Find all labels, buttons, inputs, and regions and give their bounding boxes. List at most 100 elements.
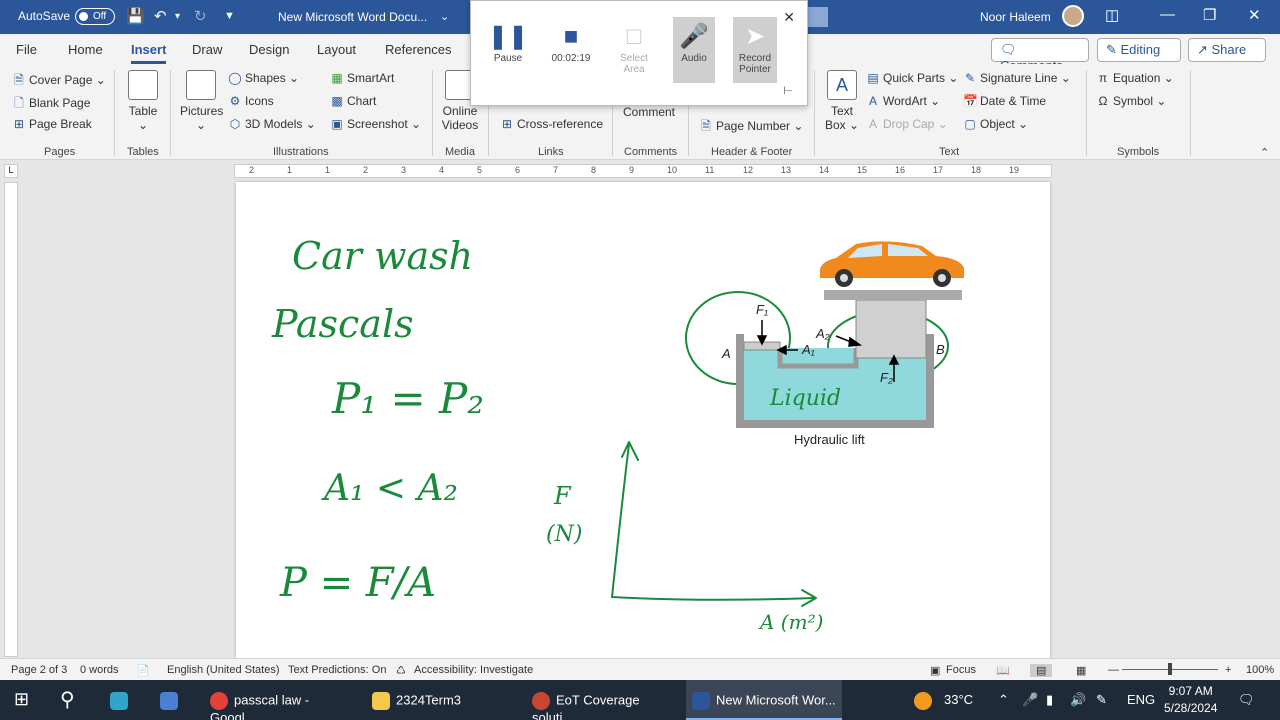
clock[interactable]: 9:07 AM 5/28/2024 xyxy=(1164,683,1217,717)
read-mode-icon[interactable]: 📖 xyxy=(996,664,1010,677)
wordart-button[interactable]: A WordArt ⌄ xyxy=(866,94,940,108)
zoom-in-icon[interactable]: + xyxy=(1225,664,1231,676)
chart-button[interactable]: ▩ Chart xyxy=(330,94,376,108)
proofing-icon[interactable]: 📄 xyxy=(136,664,150,677)
document-title[interactable]: New Microsoft Word Docu... xyxy=(278,10,427,24)
print-layout-icon[interactable]: ▤ xyxy=(1030,664,1053,677)
notifications-icon[interactable]: 🗨 xyxy=(1238,692,1255,708)
new-comment-button[interactable]: Comment xyxy=(623,105,675,119)
search-box[interactable] xyxy=(808,7,828,27)
accessibility-icon[interactable]: ♺ xyxy=(396,664,406,677)
save-icon[interactable]: 💾 xyxy=(126,7,145,25)
redo-icon[interactable]: ↻ xyxy=(194,7,207,25)
zoom-level[interactable]: 100% xyxy=(1246,664,1274,676)
focus-button[interactable]: Focus xyxy=(946,664,976,676)
ribbon-display-icon[interactable]: ◫ xyxy=(1105,6,1119,24)
text-predictions[interactable]: Text Predictions: On xyxy=(288,664,386,676)
taskbar: ⊞ ⚲ passcal law - Googl... 2324Term3 EoT… xyxy=(0,680,1280,720)
date-time-button[interactable]: 📅 Date & Time xyxy=(963,94,1046,108)
temperature[interactable]: 33°C xyxy=(944,692,973,707)
3d-models-button[interactable]: ⬡ 3D Models ⌄ xyxy=(228,117,316,131)
cover-page-button[interactable]: 🗎 Cover Page ⌄ xyxy=(12,71,106,92)
tab-references[interactable]: References xyxy=(385,42,451,57)
equation-button[interactable]: π Equation ⌄ xyxy=(1096,71,1174,85)
tab-layout[interactable]: Layout xyxy=(317,42,356,57)
customize-toolbar-icon[interactable]: ▼ xyxy=(224,10,235,22)
drop-cap-button[interactable]: A Drop Cap ⌄ xyxy=(866,117,948,131)
select-area-button[interactable]: □ Select Area xyxy=(609,17,659,83)
language-indicator[interactable]: English (United States) xyxy=(167,664,280,676)
pen-icon[interactable]: ✎ xyxy=(1096,692,1107,708)
table-button[interactable]: Table ⌄ xyxy=(124,70,162,132)
y-axis-line xyxy=(611,443,630,598)
page-number-button[interactable]: 🗎 Page Number ⌄ xyxy=(699,117,803,138)
shapes-button[interactable]: ◯ Shapes ⌄ xyxy=(228,71,299,85)
ruler-tick: 12 xyxy=(743,165,754,175)
share-button[interactable]: ↗ Share xyxy=(1188,38,1266,62)
editing-button[interactable]: ✎ Editing ⌄ xyxy=(1097,38,1181,73)
lift-platform xyxy=(824,290,962,300)
windows-start-icon[interactable]: ⊞ xyxy=(14,680,29,720)
blank-page-button[interactable]: 🗋 Blank Page xyxy=(12,94,90,115)
record-pointer-button[interactable]: ➤ Record Pointer xyxy=(733,17,777,83)
pause-button[interactable]: ❚❚ Pause xyxy=(483,17,533,83)
collapse-ribbon-icon[interactable]: ⌃ xyxy=(1260,146,1269,159)
page-indicator[interactable]: Page 2 of 3 xyxy=(11,664,67,676)
search-icon[interactable]: ⚲ xyxy=(60,680,75,720)
show-hidden-icon[interactable]: ⌃ xyxy=(998,692,1009,708)
web-layout-icon[interactable]: ▦ xyxy=(1076,664,1086,677)
vertical-ruler[interactable] xyxy=(4,182,18,657)
screenshot-button[interactable]: ▣ Screenshot ⌄ xyxy=(330,117,421,131)
document-page[interactable]: Car wash Pascals P₁ = P₂ A₁ < A₂ P = F/A… xyxy=(236,182,1050,658)
volume-icon[interactable]: 🔊 xyxy=(1070,692,1086,708)
undo-icon[interactable]: ↶ xyxy=(154,7,167,25)
restore-icon[interactable]: ❐ xyxy=(1203,6,1216,24)
tab-file[interactable]: File xyxy=(16,42,37,57)
quick-parts-button[interactable]: ▤ Quick Parts ⌄ xyxy=(866,71,958,85)
autosave-toggle[interactable]: Off xyxy=(75,8,115,25)
smartart-button[interactable]: ▦ SmartArt xyxy=(330,71,394,85)
taskbar-chrome[interactable]: passcal law - Googl... xyxy=(204,680,356,720)
user-name[interactable]: Noor Haleem xyxy=(980,10,1051,24)
audio-button[interactable]: 🎤 Audio xyxy=(673,17,715,83)
pictures-button[interactable]: Pictures ⌄ xyxy=(180,70,224,132)
object-button[interactable]: ▢ Object ⌄ xyxy=(963,117,1028,131)
word-count[interactable]: 0 words xyxy=(80,664,119,676)
store-icon[interactable] xyxy=(160,680,184,720)
comments-button[interactable]: 🗨 Comments xyxy=(991,38,1089,73)
zoom-out-icon[interactable]: — xyxy=(1108,664,1119,676)
title-dropdown-icon[interactable]: ⌄ xyxy=(440,10,449,23)
accessibility-status[interactable]: Accessibility: Investigate xyxy=(414,664,533,676)
close-icon[interactable]: ✕ xyxy=(1248,6,1261,24)
zoom-slider-thumb[interactable] xyxy=(1168,663,1172,675)
pictures-label: Pictures xyxy=(180,104,224,118)
cross-reference-button[interactable]: ⊞ Cross-reference xyxy=(500,117,603,131)
microphone-tray-icon[interactable]: 🎤 xyxy=(1022,692,1038,708)
pin-icon[interactable]: ⊢ xyxy=(783,84,793,97)
tab-home[interactable]: Home xyxy=(68,42,103,57)
text-box-button[interactable]: A Text Box ⌄ xyxy=(823,70,861,132)
tab-draw[interactable]: Draw xyxy=(192,42,222,57)
avatar[interactable] xyxy=(1062,5,1084,27)
horizontal-ruler[interactable]: 2 1 1 2 3 4 5 6 7 8 9 10 11 12 13 14 15 16 17 18 19 xyxy=(234,164,1052,178)
icons-button[interactable]: ⚙ Icons xyxy=(228,94,274,108)
weather-icon[interactable] xyxy=(914,692,938,710)
focus-icon[interactable]: ▣ xyxy=(930,664,940,677)
taskbar-powerpoint[interactable]: EoT Coverage soluti... xyxy=(526,680,676,720)
signature-line-button[interactable]: ✎ Signature Line ⌄ xyxy=(963,71,1071,85)
label-a1: A₁ xyxy=(802,342,815,357)
close-icon[interactable]: ✕ xyxy=(783,9,795,26)
page-break-button[interactable]: ⊞ Page Break xyxy=(12,117,92,131)
minimize-icon[interactable]: — xyxy=(1160,6,1175,23)
taskbar-word[interactable]: New Microsoft Wor... xyxy=(686,680,842,720)
stop-button[interactable]: ■ 00:02:19 xyxy=(545,17,597,83)
tab-design[interactable]: Design xyxy=(249,42,289,57)
symbol-button[interactable]: Ω Symbol ⌄ xyxy=(1096,94,1167,108)
tab-insert[interactable]: Insert xyxy=(131,42,167,64)
tab-selector[interactable]: L xyxy=(4,164,18,178)
taskbar-folder[interactable]: 2324Term3 xyxy=(366,680,516,720)
edge-icon[interactable] xyxy=(110,680,134,720)
undo-dropdown-icon[interactable]: ▾ xyxy=(175,11,180,22)
language-tray[interactable]: ENG xyxy=(1127,692,1155,707)
battery-icon[interactable]: ▮ xyxy=(1046,692,1053,708)
